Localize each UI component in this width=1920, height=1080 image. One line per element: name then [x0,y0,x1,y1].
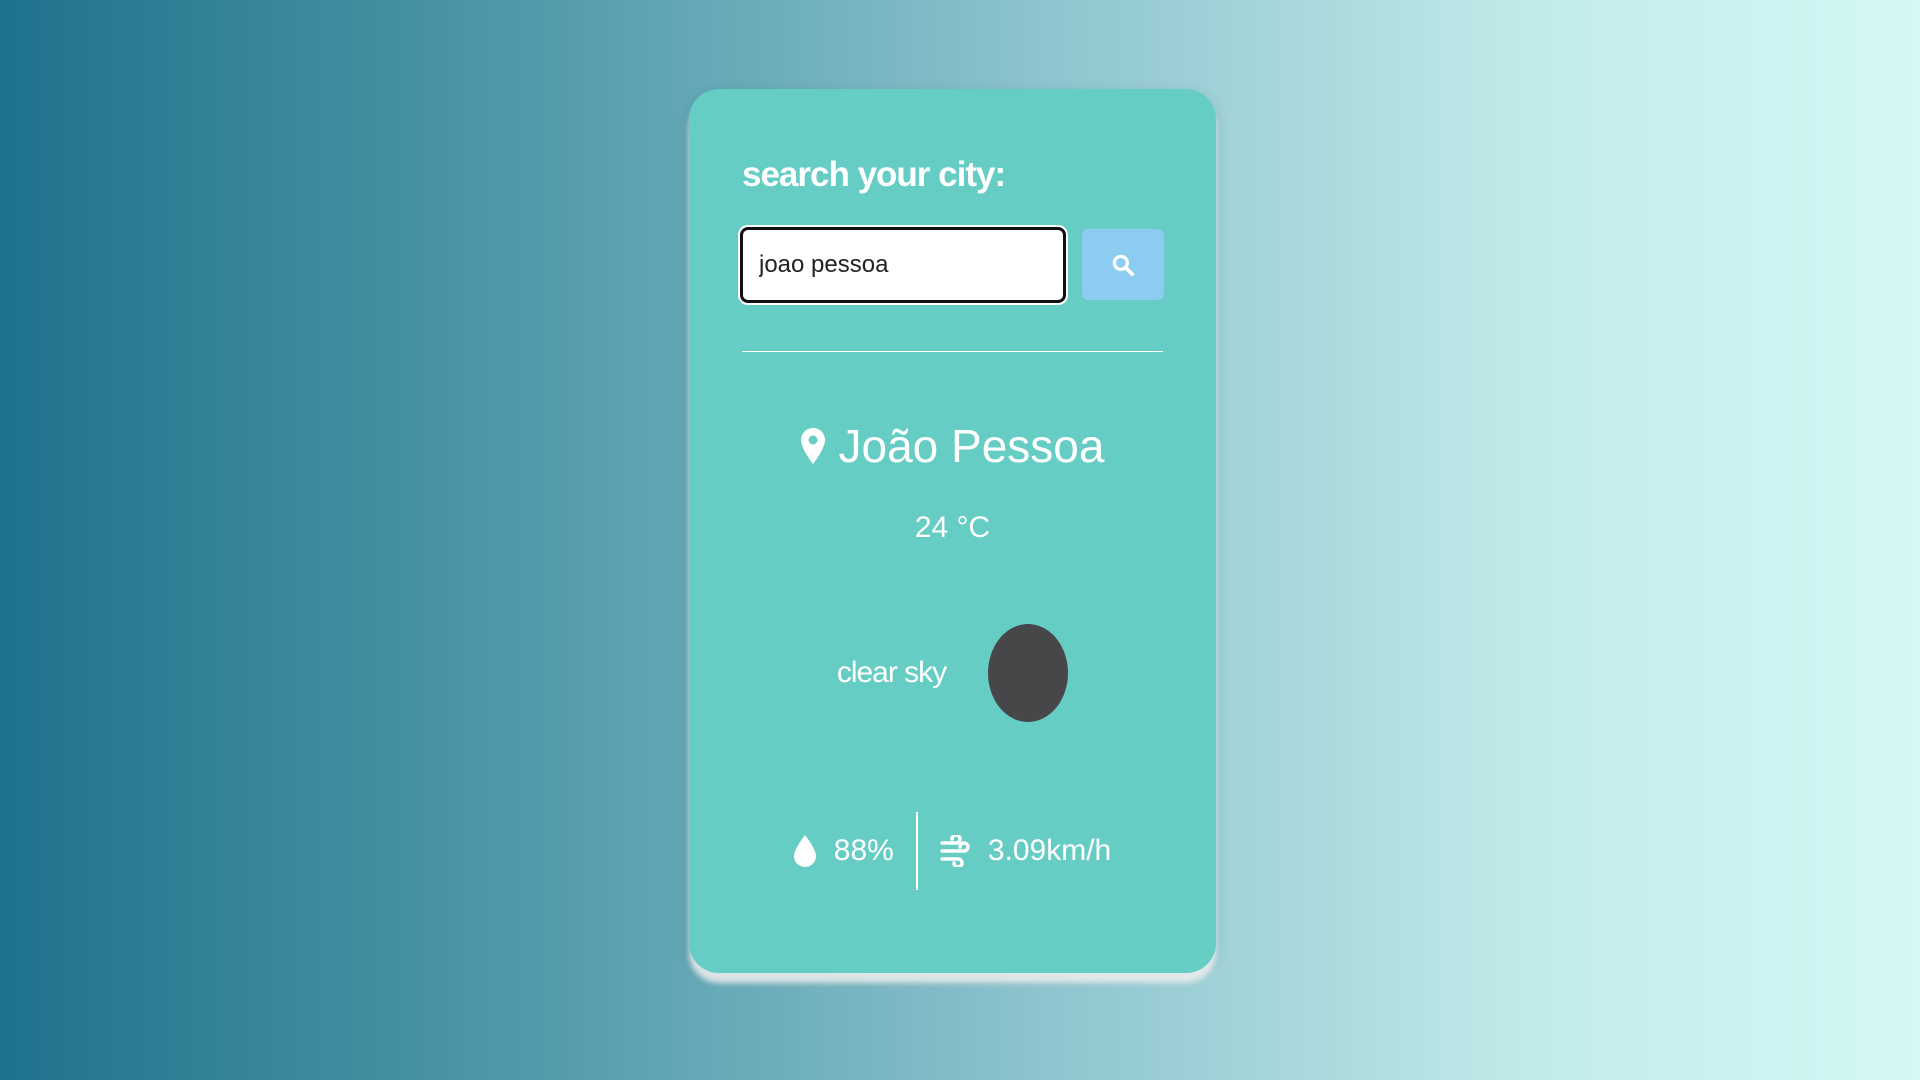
wind-detail: 3.09km/h [918,834,1133,868]
wind-speed-value: 3.09km/h [987,834,1112,867]
temperature: 24 °C [914,511,991,544]
weather-condition-icon [988,624,1069,722]
map-pin-icon [800,428,825,464]
humidity-detail: 88% [772,834,916,868]
weather-details: 88% 3.09km/h [689,811,1216,891]
search-icon [1112,254,1135,276]
search-title: search your city: [742,155,1006,194]
water-drop-icon [793,835,816,867]
weather-description-row: clear sky [689,624,1216,722]
humidity-value: 88% [833,834,894,867]
search-form [740,227,1164,303]
city-heading: João Pessoa [689,419,1216,473]
weather-card: search your city: João Pessoa 24 °C clea… [689,89,1216,973]
city-name: João Pessoa [838,420,1105,472]
search-button[interactable] [1082,229,1164,300]
weather-description: clear sky [836,656,947,689]
divider [742,351,1163,352]
wind-icon [940,835,970,867]
city-search-input[interactable] [740,227,1066,303]
